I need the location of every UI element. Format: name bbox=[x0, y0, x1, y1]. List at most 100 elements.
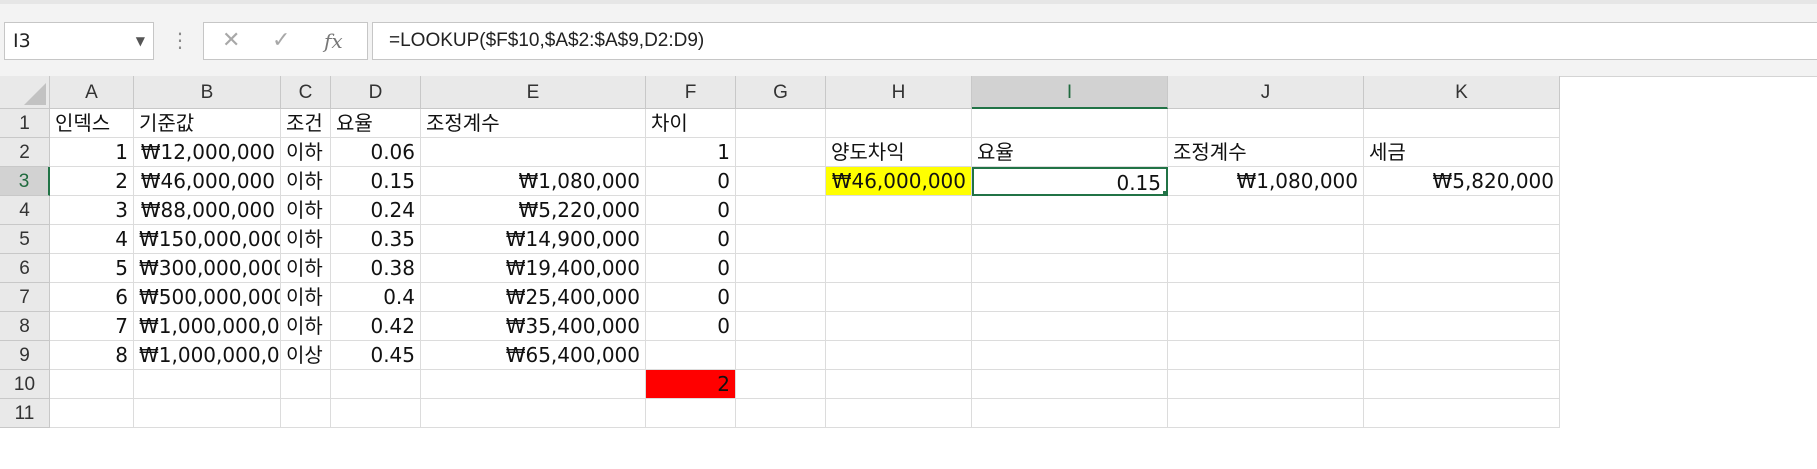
cell-j3[interactable]: ₩1,080,000 bbox=[1168, 167, 1364, 196]
column-header-c[interactable]: C bbox=[281, 76, 331, 109]
cell-c7[interactable]: 이하 bbox=[281, 283, 331, 312]
cell-g7[interactable] bbox=[736, 283, 826, 312]
cell-k4[interactable] bbox=[1364, 196, 1560, 225]
more-options-icon[interactable]: ⋮ bbox=[170, 22, 190, 60]
column-header-g[interactable]: G bbox=[736, 76, 826, 109]
cell-j7[interactable] bbox=[1168, 283, 1364, 312]
cell-f7[interactable]: 0 bbox=[646, 283, 736, 312]
cell-a6[interactable]: 5 bbox=[50, 254, 134, 283]
cell-j6[interactable] bbox=[1168, 254, 1364, 283]
cell-h11[interactable] bbox=[826, 399, 972, 428]
column-header-j[interactable]: J bbox=[1168, 76, 1364, 109]
row-header-8[interactable]: 8 bbox=[0, 312, 50, 341]
cell-c5[interactable]: 이하 bbox=[281, 225, 331, 254]
cell-g3[interactable] bbox=[736, 167, 826, 196]
cell-a10[interactable] bbox=[50, 370, 134, 399]
row-header-10[interactable]: 10 bbox=[0, 370, 50, 399]
cell-k5[interactable] bbox=[1364, 225, 1560, 254]
cell-a8[interactable]: 7 bbox=[50, 312, 134, 341]
insert-function-icon[interactable]: fx bbox=[324, 23, 343, 59]
cell-k6[interactable] bbox=[1364, 254, 1560, 283]
cancel-icon[interactable]: ✕ bbox=[222, 23, 240, 59]
row-header-9[interactable]: 9 bbox=[0, 341, 50, 370]
name-box[interactable]: I3 ▼ bbox=[4, 22, 154, 60]
cell-a11[interactable] bbox=[50, 399, 134, 428]
cell-g4[interactable] bbox=[736, 196, 826, 225]
cell-f10[interactable]: 2 bbox=[646, 370, 736, 399]
formula-input[interactable]: =LOOKUP($F$10,$A$2:$A$9,D2:D9) bbox=[372, 22, 1817, 60]
cell-i7[interactable] bbox=[972, 283, 1168, 312]
cell-b9[interactable]: ₩1,000,000,000 bbox=[134, 341, 281, 370]
cell-c3[interactable]: 이하 bbox=[281, 167, 331, 196]
cell-j10[interactable] bbox=[1168, 370, 1364, 399]
cell-e11[interactable] bbox=[421, 399, 646, 428]
cell-k11[interactable] bbox=[1364, 399, 1560, 428]
row-header-1[interactable]: 1 bbox=[0, 109, 50, 138]
cell-d11[interactable] bbox=[331, 399, 421, 428]
cell-h4[interactable] bbox=[826, 196, 972, 225]
column-header-k[interactable]: K bbox=[1364, 76, 1560, 109]
cell-k7[interactable] bbox=[1364, 283, 1560, 312]
cell-b11[interactable] bbox=[134, 399, 281, 428]
row-header-4[interactable]: 4 bbox=[0, 196, 50, 225]
cell-b4[interactable]: ₩88,000,000 bbox=[134, 196, 281, 225]
cell-b7[interactable]: ₩500,000,000 bbox=[134, 283, 281, 312]
cell-d4[interactable]: 0.24 bbox=[331, 196, 421, 225]
chevron-down-icon[interactable]: ▼ bbox=[136, 23, 145, 59]
cell-g2[interactable] bbox=[736, 138, 826, 167]
cell-i5[interactable] bbox=[972, 225, 1168, 254]
cell-k2[interactable]: 세금 bbox=[1364, 138, 1560, 167]
cell-c4[interactable]: 이하 bbox=[281, 196, 331, 225]
row-header-2[interactable]: 2 bbox=[0, 138, 50, 167]
cell-i3[interactable]: 0.15 bbox=[972, 167, 1168, 196]
cell-g10[interactable] bbox=[736, 370, 826, 399]
column-header-h[interactable]: H bbox=[826, 76, 972, 109]
cell-i6[interactable] bbox=[972, 254, 1168, 283]
cell-k1[interactable] bbox=[1364, 109, 1560, 138]
cell-e6[interactable]: ₩19,400,000 bbox=[421, 254, 646, 283]
cell-e4[interactable]: ₩5,220,000 bbox=[421, 196, 646, 225]
cell-e5[interactable]: ₩14,900,000 bbox=[421, 225, 646, 254]
cell-d10[interactable] bbox=[331, 370, 421, 399]
cell-d8[interactable]: 0.42 bbox=[331, 312, 421, 341]
cell-b5[interactable]: ₩150,000,000 bbox=[134, 225, 281, 254]
cell-b1[interactable]: 기준값 bbox=[134, 109, 281, 138]
column-header-e[interactable]: E bbox=[421, 76, 646, 109]
cell-h7[interactable] bbox=[826, 283, 972, 312]
cell-d1[interactable]: 요율 bbox=[331, 109, 421, 138]
cell-e9[interactable]: ₩65,400,000 bbox=[421, 341, 646, 370]
cell-k3[interactable]: ₩5,820,000 bbox=[1364, 167, 1560, 196]
cell-g5[interactable] bbox=[736, 225, 826, 254]
cell-a9[interactable]: 8 bbox=[50, 341, 134, 370]
cell-g6[interactable] bbox=[736, 254, 826, 283]
cell-f1[interactable]: 차이 bbox=[646, 109, 736, 138]
column-header-f[interactable]: F bbox=[646, 76, 736, 109]
cell-g9[interactable] bbox=[736, 341, 826, 370]
cell-e2[interactable] bbox=[421, 138, 646, 167]
cell-h1[interactable] bbox=[826, 109, 972, 138]
cell-e10[interactable] bbox=[421, 370, 646, 399]
cell-e8[interactable]: ₩35,400,000 bbox=[421, 312, 646, 341]
cell-h9[interactable] bbox=[826, 341, 972, 370]
column-header-a[interactable]: A bbox=[50, 76, 134, 109]
row-header-11[interactable]: 11 bbox=[0, 399, 50, 428]
cell-i2[interactable]: 요율 bbox=[972, 138, 1168, 167]
cell-f8[interactable]: 0 bbox=[646, 312, 736, 341]
cell-b6[interactable]: ₩300,000,000 bbox=[134, 254, 281, 283]
cell-b3[interactable]: ₩46,000,000 bbox=[134, 167, 281, 196]
cell-f6[interactable]: 0 bbox=[646, 254, 736, 283]
column-header-d[interactable]: D bbox=[331, 76, 421, 109]
cell-f5[interactable]: 0 bbox=[646, 225, 736, 254]
cell-b10[interactable] bbox=[134, 370, 281, 399]
cell-h2[interactable]: 양도차익 bbox=[826, 138, 972, 167]
cell-k8[interactable] bbox=[1364, 312, 1560, 341]
cell-j8[interactable] bbox=[1168, 312, 1364, 341]
row-header-7[interactable]: 7 bbox=[0, 283, 50, 312]
cell-h8[interactable] bbox=[826, 312, 972, 341]
cell-g1[interactable] bbox=[736, 109, 826, 138]
cell-g11[interactable] bbox=[736, 399, 826, 428]
cell-j4[interactable] bbox=[1168, 196, 1364, 225]
cell-d5[interactable]: 0.35 bbox=[331, 225, 421, 254]
cell-j2[interactable]: 조정계수 bbox=[1168, 138, 1364, 167]
cell-i1[interactable] bbox=[972, 109, 1168, 138]
